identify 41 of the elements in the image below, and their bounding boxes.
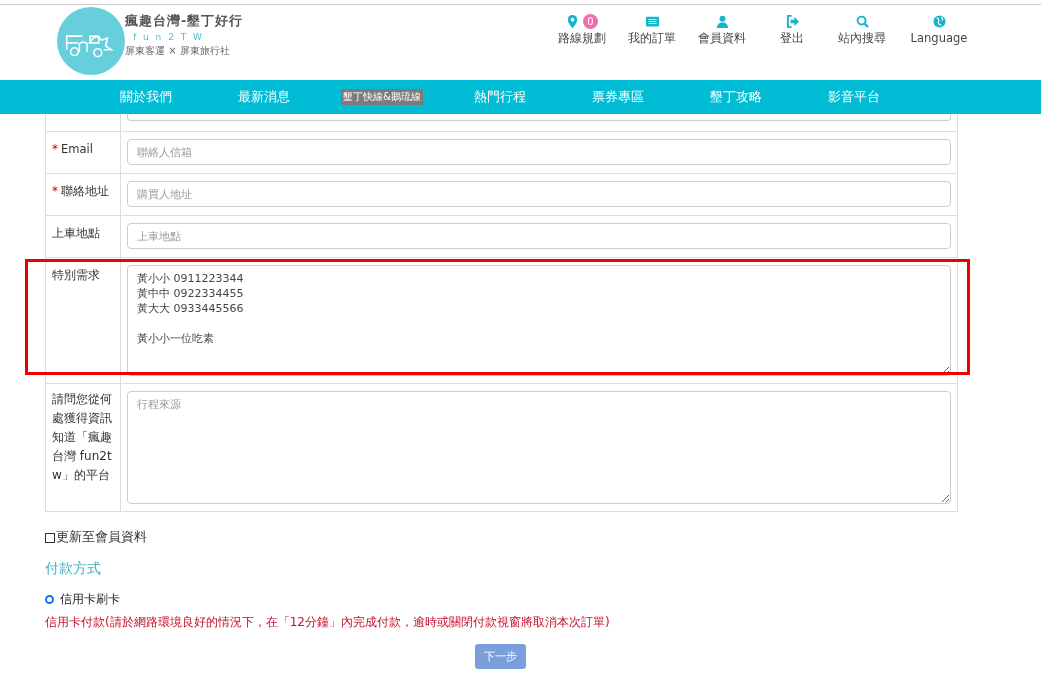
map-pin-icon	[566, 14, 580, 28]
nav-link[interactable]: 影音平台	[795, 88, 913, 106]
count-badge: 0	[583, 13, 598, 29]
header-link[interactable]: 站內搜尋	[827, 13, 897, 46]
header-link[interactable]: 登出	[757, 13, 827, 46]
brand-title: 瘋趣台灣-墾丁好行	[125, 12, 244, 30]
payment-note: 信用卡付款(請於網路環境良好的情況下，在「12分鐘」內完成付款，逾時或關閉付款視窗將取消本次訂單)	[45, 614, 611, 631]
field-label: 特別需求	[52, 267, 101, 284]
header-link[interactable]: 會員資料	[687, 13, 757, 46]
globe-icon	[932, 14, 946, 28]
nav-link[interactable]: 墾丁攻略	[677, 88, 795, 106]
required-mark: *	[52, 141, 58, 158]
field-label: Email	[61, 141, 93, 158]
brand-subtitle: f u n 2 T W	[133, 32, 205, 42]
nav-link[interactable]: 關於我們	[87, 88, 205, 106]
nav-link[interactable]: 票券專區	[559, 88, 677, 106]
required-mark: *	[52, 183, 58, 200]
checkbox-label: 更新至會員資料	[56, 529, 147, 546]
search-icon	[855, 14, 869, 28]
field-label: 聯絡地址	[61, 183, 109, 200]
section-title: 付款方式	[45, 560, 102, 578]
text-area[interactable]: 黃小小 0911223344 黃中中 0922334455 黃大大 0933445566 黃小小一位吃素	[127, 265, 951, 376]
nav-link[interactable]: 熱門行程	[441, 88, 559, 106]
header-link[interactable]: 0 路線規劃	[547, 13, 617, 46]
field-label: 請問您從何處獲得資訊知道「瘋趣台灣 fun2tw」的平台	[52, 391, 113, 484]
next-button[interactable]: 下一步	[475, 644, 526, 669]
brand-tagline: 屏東客運 × 屏東旅行社	[125, 44, 231, 58]
text-area[interactable]: 行程來源	[127, 391, 951, 504]
checkbox[interactable]	[45, 532, 55, 543]
field-label: 上車地點	[52, 225, 101, 242]
user-icon	[715, 14, 729, 28]
input-field[interactable]: 購買人地址	[127, 181, 951, 207]
radio-button[interactable]	[45, 595, 54, 604]
input-field[interactable]: 上車地點	[127, 223, 951, 249]
input-field[interactable]: 聯絡人信箱	[127, 139, 951, 165]
header-link[interactable]: Language	[897, 13, 981, 46]
nav-link[interactable]: 最新消息	[205, 88, 323, 106]
logout-icon	[785, 14, 799, 28]
radio-label: 信用卡刷卡	[60, 591, 120, 608]
header-link[interactable]: 我的訂單	[617, 13, 687, 46]
list-icon	[645, 14, 659, 28]
